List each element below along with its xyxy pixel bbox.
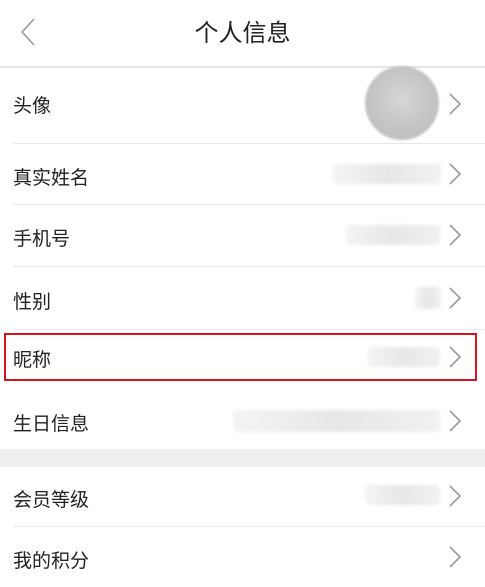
row-points[interactable]: 我的积分 bbox=[0, 527, 485, 587]
avatar bbox=[365, 66, 439, 140]
row-real-name[interactable]: 真实姓名 bbox=[0, 144, 485, 204]
chevron-right-icon bbox=[449, 410, 462, 432]
chevron-right-icon bbox=[449, 224, 462, 246]
row-member-level[interactable]: 会员等级 bbox=[0, 467, 485, 525]
back-button[interactable] bbox=[14, 14, 44, 50]
row-label: 生日信息 bbox=[13, 413, 90, 435]
row-birthday[interactable]: 生日信息 bbox=[0, 390, 485, 450]
nav-bar: 个人信息 bbox=[0, 0, 485, 66]
row-label: 手机号 bbox=[13, 228, 71, 250]
row-value-blurred bbox=[333, 164, 441, 184]
row-phone[interactable]: 手机号 bbox=[0, 205, 485, 265]
chevron-right-icon bbox=[449, 546, 462, 568]
row-value-blurred bbox=[415, 287, 441, 309]
chevron-right-icon bbox=[449, 163, 462, 185]
page-title: 个人信息 bbox=[194, 19, 291, 47]
chevron-right-icon bbox=[449, 287, 462, 309]
row-value-blurred bbox=[346, 225, 440, 245]
chevron-left-icon bbox=[20, 18, 35, 46]
chevron-right-icon bbox=[449, 93, 462, 115]
highlight-box bbox=[4, 333, 477, 381]
section-gap bbox=[0, 449, 485, 467]
row-divider bbox=[13, 329, 485, 330]
row-gender[interactable]: 性别 bbox=[0, 267, 485, 329]
row-label: 真实姓名 bbox=[13, 167, 90, 189]
row-value-blurred bbox=[365, 485, 440, 505]
row-label: 头像 bbox=[13, 95, 52, 117]
chevron-right-icon bbox=[449, 485, 462, 507]
row-label: 会员等级 bbox=[13, 489, 90, 511]
row-value-blurred bbox=[233, 410, 440, 432]
row-label: 我的积分 bbox=[13, 550, 90, 572]
row-label: 性别 bbox=[13, 291, 52, 313]
